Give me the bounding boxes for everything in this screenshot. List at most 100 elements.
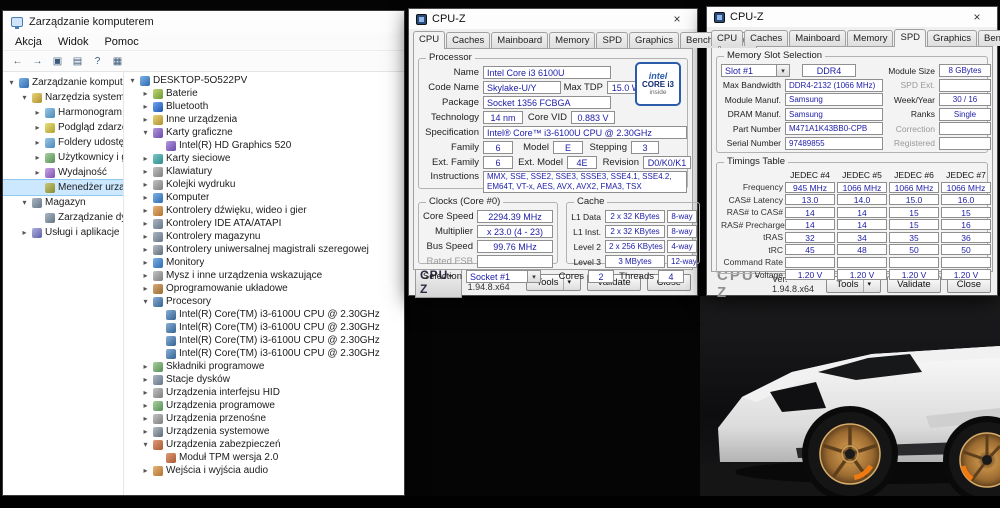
tab[interactable]: CPU: [413, 31, 446, 49]
taskbar[interactable]: [0, 496, 1000, 508]
device-tree-item[interactable]: ▸ Urządzenia programowe: [124, 399, 404, 412]
console-tree-item[interactable]: ▸ Użytkownicy i grupy lok: [3, 150, 123, 165]
tab[interactable]: Mainboard: [789, 30, 847, 46]
device-tree-item[interactable]: ▸ Urządzenia interfejsu HID: [124, 386, 404, 399]
device-tree-item[interactable]: ▸ Kontrolery uniwersalnej magistrali sze…: [124, 243, 404, 256]
console-tree-item[interactable]: ▾ Magazyn: [3, 195, 123, 210]
title-bar[interactable]: CPU-Z ×: [409, 9, 697, 29]
expander-icon[interactable]: ▾: [7, 78, 16, 87]
device-tree-item[interactable]: ▸ Kontrolery magazynu: [124, 230, 404, 243]
expander-icon[interactable]: ▾: [141, 440, 150, 449]
expander-icon[interactable]: ▸: [141, 401, 150, 410]
expander-icon[interactable]: ▸: [141, 180, 150, 189]
expander-icon[interactable]: ▾: [141, 128, 150, 137]
expander-icon[interactable]: ▸: [33, 138, 42, 147]
console-tree-item[interactable]: ▸ Foldery udostępnione: [3, 135, 123, 150]
tab[interactable]: Caches: [446, 32, 491, 48]
expander-icon[interactable]: ▸: [33, 153, 42, 162]
tab[interactable]: CPU: [711, 30, 744, 46]
title-bar[interactable]: Zarządzanie komputerem: [3, 11, 404, 33]
console-tree-item[interactable]: ▾ Narzędzia systemowe: [3, 90, 123, 105]
forward-icon[interactable]: →: [29, 53, 46, 69]
console-tree-item[interactable]: ▾ Zarządzanie komputerem (loka: [3, 75, 123, 90]
expander-icon[interactable]: ▸: [141, 258, 150, 267]
expander-icon[interactable]: ▾: [128, 76, 137, 85]
tab[interactable]: Bench: [978, 30, 1000, 46]
expander-icon[interactable]: ▸: [141, 466, 150, 475]
expander-icon[interactable]: ▸: [141, 245, 150, 254]
device-tree-item[interactable]: ▾ Karty graficzne: [124, 126, 404, 139]
expander-icon[interactable]: ▸: [141, 219, 150, 228]
device-tree-item[interactable]: Moduł TPM wersja 2.0: [124, 451, 404, 464]
expander-icon[interactable]: ▸: [141, 193, 150, 202]
device-tree-item[interactable]: ▸ Klawiatury: [124, 165, 404, 178]
console-tree-item[interactable]: Menedżer urządzeń: [3, 179, 123, 196]
expander-icon[interactable]: ▸: [141, 115, 150, 124]
expander-icon[interactable]: ▸: [33, 108, 42, 117]
console-tree-icon[interactable]: ▣: [49, 53, 66, 69]
expander-icon[interactable]: ▸: [141, 167, 150, 176]
console-tree-item[interactable]: ▸ Harmonogram zadań: [3, 105, 123, 120]
expander-icon[interactable]: ▸: [141, 89, 150, 98]
device-tree-item[interactable]: ▾ Procesory: [124, 295, 404, 308]
expander-icon[interactable]: ▸: [141, 271, 150, 280]
expander-icon[interactable]: ▸: [141, 388, 150, 397]
socket-select[interactable]: Socket #1 ▾: [466, 270, 541, 283]
device-tree-item[interactable]: ▸ Inne urządzenia: [124, 113, 404, 126]
device-tree-item[interactable]: ▸ Wejścia i wyjścia audio: [124, 464, 404, 477]
close-icon[interactable]: ×: [664, 11, 690, 27]
chevron-down-icon[interactable]: ▾: [777, 64, 790, 77]
menu-item[interactable]: Akcja: [7, 35, 50, 49]
console-tree-item[interactable]: ▸ Usługi i aplikacje: [3, 225, 123, 240]
device-tree-item[interactable]: Intel(R) Core(TM) i3-6100U CPU @ 2.30GHz: [124, 308, 404, 321]
expander-icon[interactable]: ▸: [141, 284, 150, 293]
menu-item[interactable]: Pomoc: [96, 35, 146, 49]
device-tree-item[interactable]: Intel(R) HD Graphics 520: [124, 139, 404, 152]
tab[interactable]: SPD: [596, 32, 629, 48]
device-tree-item[interactable]: ▸ Komputer: [124, 191, 404, 204]
properties-icon[interactable]: ▤: [69, 53, 86, 69]
tab[interactable]: Caches: [744, 30, 789, 46]
expander-icon[interactable]: ▾: [20, 198, 29, 207]
tab[interactable]: Memory: [549, 32, 596, 48]
device-tree-item[interactable]: ▸ Bluetooth: [124, 100, 404, 113]
tab[interactable]: Graphics: [629, 32, 680, 48]
device-tree-item[interactable]: ▸ Kontrolery dźwięku, wideo i gier: [124, 204, 404, 217]
device-tree-item[interactable]: ▸ Kolejki wydruku: [124, 178, 404, 191]
back-icon[interactable]: ←: [9, 53, 26, 69]
export-list-icon[interactable]: ▦: [109, 53, 126, 69]
expander-icon[interactable]: ▸: [141, 232, 150, 241]
tab[interactable]: SPD: [894, 29, 927, 47]
expander-icon[interactable]: ▸: [33, 168, 42, 177]
close-icon[interactable]: ×: [964, 9, 990, 25]
tab[interactable]: Memory: [847, 30, 894, 46]
tab[interactable]: Mainboard: [491, 32, 549, 48]
expander-icon[interactable]: ▸: [141, 102, 150, 111]
device-tree-item[interactable]: ▸ Urządzenia przenośne: [124, 412, 404, 425]
expander-icon[interactable]: ▸: [33, 123, 42, 132]
expander-icon[interactable]: ▾: [20, 93, 29, 102]
expander-icon[interactable]: ▸: [141, 414, 150, 423]
expander-icon[interactable]: ▸: [141, 427, 150, 436]
menu-item[interactable]: Widok: [50, 35, 97, 49]
device-tree-item[interactable]: ▸ Urządzenia systemowe: [124, 425, 404, 438]
device-tree-item[interactable]: ▸ Baterie: [124, 87, 404, 100]
chevron-down-icon[interactable]: ▾: [528, 270, 541, 283]
device-tree-item[interactable]: ▸ Stacje dysków: [124, 373, 404, 386]
device-tree-item[interactable]: ▾ Urządzenia zabezpieczeń: [124, 438, 404, 451]
expander-icon[interactable]: ▸: [141, 362, 150, 371]
expander-icon[interactable]: ▸: [141, 206, 150, 215]
tab[interactable]: Graphics: [927, 30, 978, 46]
device-tree-item[interactable]: ▸ Mysz i inne urządzenia wskazujące: [124, 269, 404, 282]
device-tree-item[interactable]: ▸ Monitory: [124, 256, 404, 269]
help-icon[interactable]: ?: [89, 53, 106, 69]
device-tree-item[interactable]: Intel(R) Core(TM) i3-6100U CPU @ 2.30GHz: [124, 347, 404, 360]
expander-icon[interactable]: ▸: [141, 375, 150, 384]
console-tree-item[interactable]: Zarządzanie dyskami: [3, 210, 123, 225]
device-tree-item[interactable]: ▸ Składniki programowe: [124, 360, 404, 373]
expander-icon[interactable]: ▸: [141, 154, 150, 163]
slot-select[interactable]: Slot #1 ▾: [721, 64, 790, 77]
device-tree-item[interactable]: Intel(R) Core(TM) i3-6100U CPU @ 2.30GHz: [124, 334, 404, 347]
device-tree-item[interactable]: ▾ DESKTOP-5O522PV: [124, 74, 404, 87]
expander-icon[interactable]: ▾: [141, 297, 150, 306]
